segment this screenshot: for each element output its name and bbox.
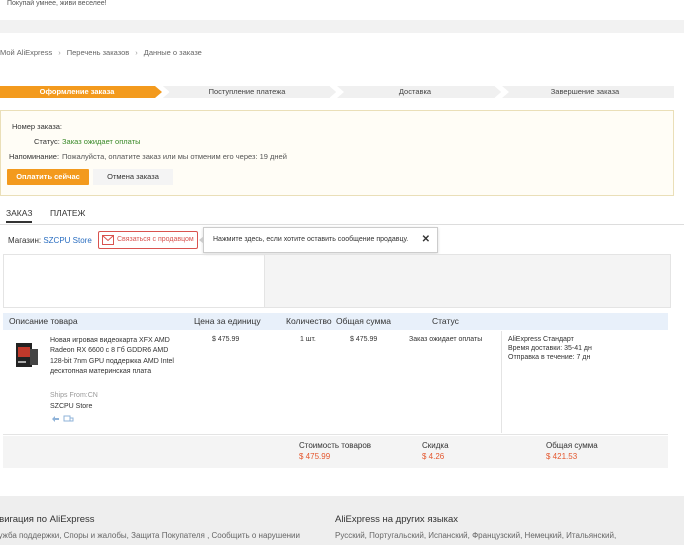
item-status: Заказ ожидает оплаты <box>409 336 483 343</box>
reminder-label: Напоминание: <box>9 152 60 161</box>
breadcrumb-my-aliexpress[interactable]: Мой AliExpress <box>0 48 52 57</box>
pay-now-button[interactable]: Оплатить сейчас <box>7 169 89 185</box>
cancel-order-button[interactable]: Отмена заказа <box>93 169 173 185</box>
tooltip-text: Нажмите здесь, если хотите оставить сооб… <box>213 236 409 243</box>
tab-payment[interactable]: ПЛАТЕЖ <box>50 208 85 218</box>
footer-nav-column: Навигация по AliExpress Служба поддержки… <box>0 496 320 545</box>
col-quantity: Количество <box>286 316 332 326</box>
product-name[interactable]: Новая игровая видеокарта XFX AMD Radeon … <box>50 336 175 377</box>
tooltip-arrow <box>199 236 204 244</box>
column-divider <box>501 331 502 433</box>
status-label: Статус: <box>34 137 60 146</box>
item-total: $ 475.99 <box>350 336 378 343</box>
step-completion: Завершение заказа <box>550 87 620 96</box>
breadcrumb-order-details: Данные о заказе <box>143 48 202 57</box>
goods-cost-label: Стоимость товаров <box>299 441 372 450</box>
step-order-placed: Оформление заказа <box>39 87 115 96</box>
store-label: Магазин: <box>8 236 42 245</box>
ships-from: Ships From:CN <box>50 392 98 399</box>
unit-price: $ 475.99 <box>212 336 240 343</box>
breadcrumb-order-list[interactable]: Перечень заказов <box>67 48 130 57</box>
order-progress: Оформление заказа Поступление платежа До… <box>0 86 674 98</box>
chevron-right-icon: › <box>135 48 138 57</box>
chevron-right-icon: › <box>58 48 61 57</box>
message-left-panel <box>3 254 265 308</box>
table-header: Описание товара Цена за единицу Количест… <box>3 313 668 330</box>
status-value: Заказ ожидает оплаты <box>62 137 141 146</box>
envelope-icon <box>102 235 114 245</box>
store-info: Магазин: SZCPU Store <box>8 236 92 245</box>
site-tagline: Покупай умнее, живи веселее! <box>7 0 107 7</box>
shipping-method: AliExpress Стандарт <box>508 336 574 343</box>
header-bar <box>0 20 684 33</box>
step-delivery: Доставка <box>398 87 432 96</box>
step-payment: Поступление платежа <box>208 87 286 96</box>
tab-order[interactable]: ЗАКАЗ <box>6 208 33 223</box>
col-status: Статус <box>432 316 459 326</box>
footer-lang-links[interactable]: Русский, Португальский, Испанский, Франц… <box>335 531 616 540</box>
col-unit-price: Цена за единицу <box>194 316 261 326</box>
discount-label: Скидка <box>422 441 449 450</box>
reminder-text: Пожалуйста, оплатите заказ или мы отмени… <box>62 152 287 161</box>
quantity: 1 шт. <box>300 336 316 343</box>
delivery-time: Время доставки: 35-41 дн <box>508 345 592 352</box>
col-description: Описание товара <box>9 316 78 326</box>
order-tabs: ЗАКАЗ ПЛАТЕЖ <box>0 204 684 225</box>
contact-seller-label: Связаться с продавцом <box>117 236 194 243</box>
store-link[interactable]: SZCPU Store <box>43 236 91 245</box>
seller-message-area[interactable] <box>264 254 671 308</box>
contact-seller-button[interactable]: Связаться с продавцом <box>98 231 198 249</box>
footer-lang-title: AliExpress на других языках <box>335 514 459 525</box>
col-total: Общая сумма <box>336 316 391 326</box>
order-number-label: Номер заказа: <box>12 122 63 131</box>
footer-nav-title: Навигация по AliExpress <box>0 514 95 525</box>
close-icon[interactable]: ✕ <box>422 228 430 252</box>
gpu-box-image <box>16 343 38 367</box>
footer-nav-links[interactable]: Служба поддержки, Споры и жалобы, Защита… <box>0 531 300 540</box>
return-icon[interactable] <box>51 414 75 423</box>
discount-value: $ 4.26 <box>422 452 445 461</box>
grand-total-value: $ 421.53 <box>546 452 578 461</box>
goods-cost-value: $ 475.99 <box>299 452 331 461</box>
message-tooltip: Нажмите здесь, если хотите оставить сооб… <box>199 227 438 253</box>
product-actions <box>51 414 75 423</box>
grand-total-label: Общая сумма <box>546 441 598 450</box>
dispatch-time: Отправка в течение: 7 дн <box>508 354 591 361</box>
footer-lang-column: AliExpress на других языках Русский, Пор… <box>335 496 684 545</box>
breadcrumb: Мой AliExpress › Перечень заказов › Данные о… <box>0 48 202 57</box>
product-thumbnail[interactable] <box>13 339 41 371</box>
product-store: SZCPU Store <box>50 403 93 410</box>
